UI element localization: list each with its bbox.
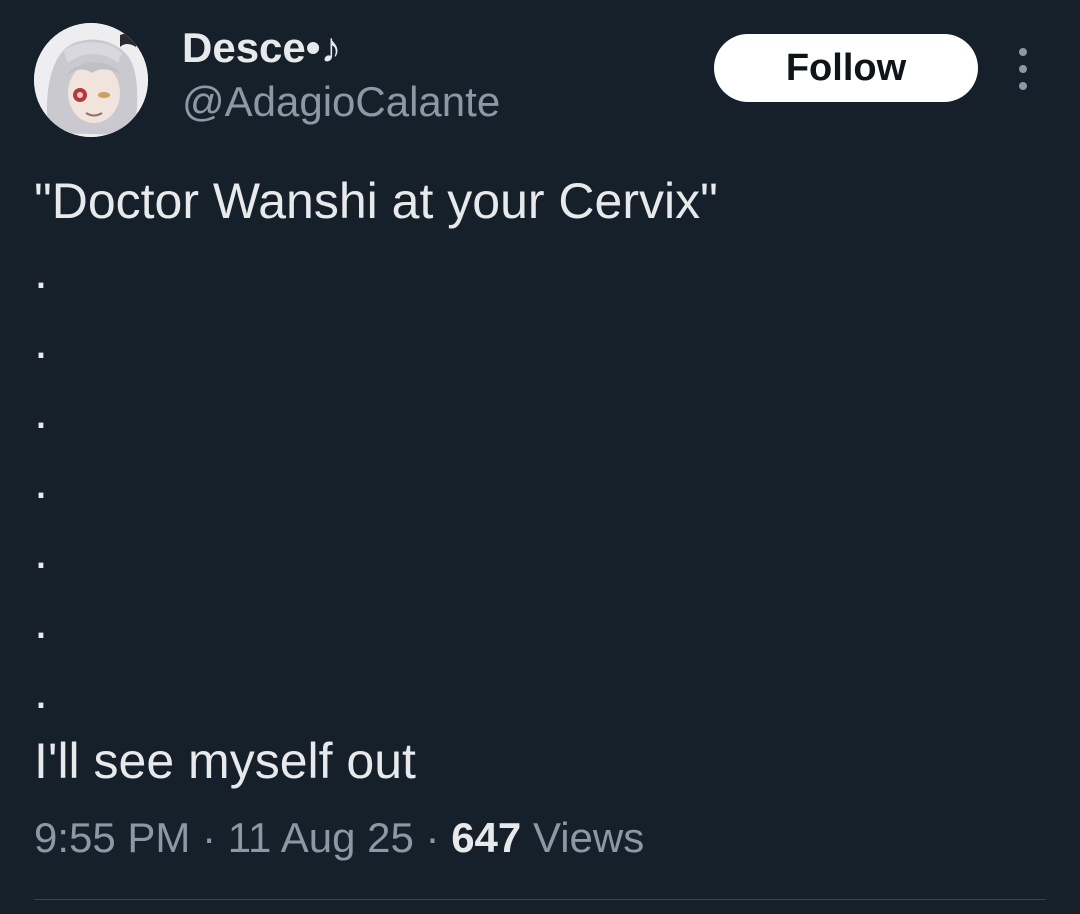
follow-button[interactable]: Follow <box>714 34 978 102</box>
author-display-name[interactable]: Desce•♪ <box>182 24 341 72</box>
dot-icon <box>1019 82 1027 90</box>
tweet-card: Desce•♪ @AdagioCalante Follow "Doctor Wa… <box>0 0 1080 914</box>
tweet-date[interactable]: 11 Aug 25 <box>228 814 414 861</box>
avatar-image <box>34 23 148 137</box>
more-vertical-icon[interactable] <box>1010 48 1036 90</box>
dot-icon <box>1019 48 1027 56</box>
tweet-meta: 9:55 PM · 11 Aug 25 · 647 Views <box>34 812 644 864</box>
dot-icon <box>1019 65 1027 73</box>
meta-separator: · <box>425 814 440 861</box>
views-label: Views <box>532 814 645 861</box>
author-handle[interactable]: @AdagioCalante <box>182 78 500 126</box>
tweet-time[interactable]: 9:55 PM <box>34 814 190 861</box>
divider <box>34 899 1046 900</box>
views-count: 647 <box>451 814 522 861</box>
meta-separator: · <box>202 814 217 861</box>
avatar[interactable] <box>34 23 148 137</box>
tweet-text: "Doctor Wanshi at your Cervix" . . . . .… <box>34 173 718 789</box>
